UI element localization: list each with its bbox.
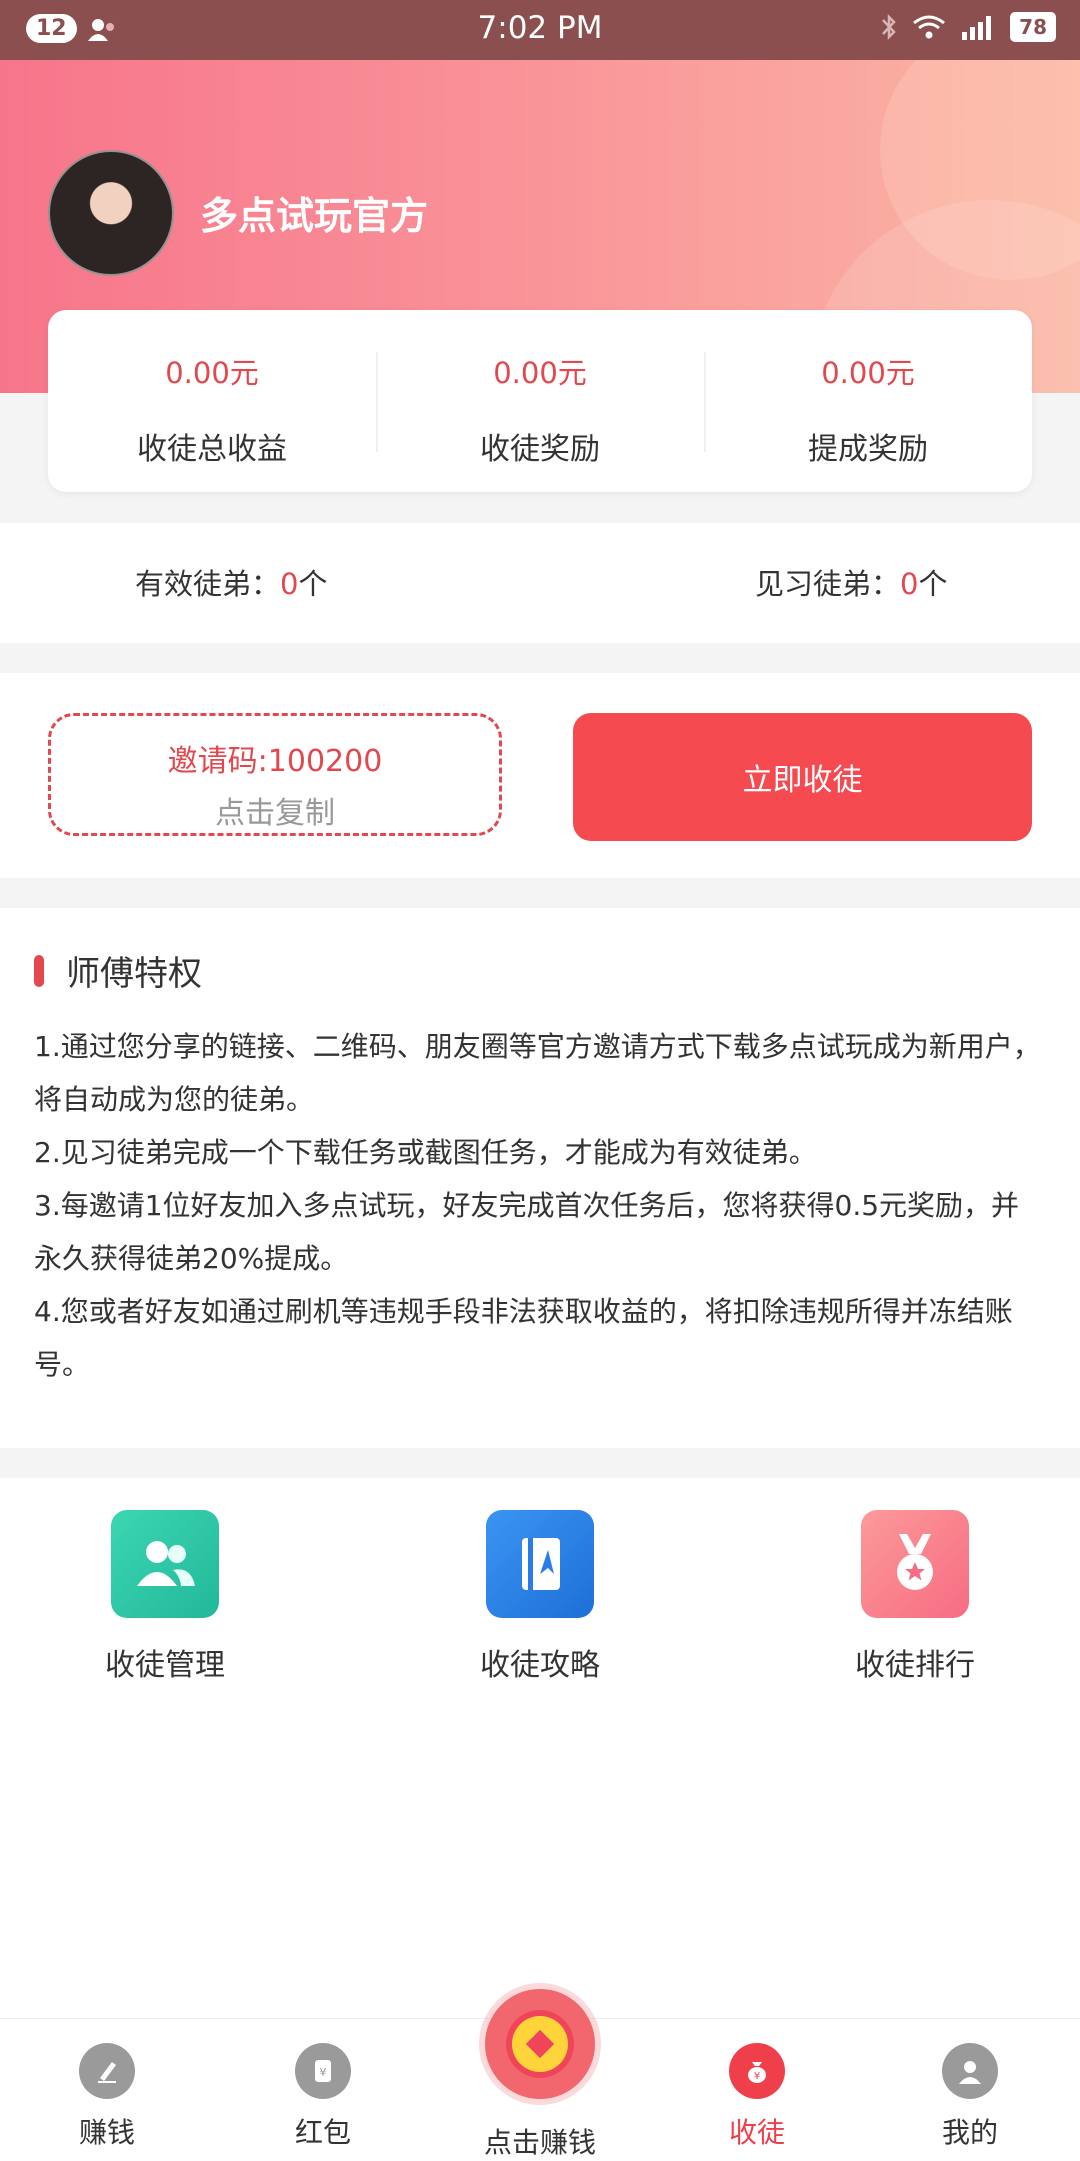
trainee-apprentice-count: 见习徒弟：0个 [755, 561, 947, 603]
stat-value: 0.00元 [821, 356, 915, 390]
copy-hint: 点击复制 [215, 796, 335, 831]
stat-recruit-reward: 0.00元 收徒奖励 [376, 310, 704, 492]
money-bag-icon: ¥ [729, 2043, 785, 2099]
valid-apprentice-unit: 个 [298, 567, 328, 601]
rule-item: 1.通过您分享的链接、二维码、朋友圈等官方邀请方式下载多点试玩成为新用户，将自动… [34, 1030, 1041, 1116]
profile-icon [942, 2043, 998, 2099]
bluetooth-icon [882, 13, 896, 41]
medal-icon [861, 1510, 969, 1618]
feature-label: 收徒攻略 [480, 1648, 600, 1683]
feature-grid: 收徒管理 收徒攻略 收徒排行 [0, 1478, 1080, 2018]
nav-center-label: 点击赚钱 [483, 2126, 596, 2159]
trainee-apprentice-label: 见习徒弟： [755, 567, 901, 601]
coin-icon [506, 2010, 574, 2078]
svg-text:¥: ¥ [320, 2066, 327, 2079]
stat-label: 收徒总收益 [137, 432, 287, 467]
stat-label: 收徒奖励 [480, 432, 600, 467]
nav-redpacket[interactable]: ¥ 红包 [253, 2043, 393, 2151]
feature-recruit-management[interactable]: 收徒管理 [65, 1510, 265, 1684]
nav-label: 我的 [941, 2116, 998, 2149]
valid-apprentice-label: 有效徒弟： [135, 567, 281, 601]
rule-item: 4.您或者好友如通过刷机等违规手段非法获取收益的，将扣除违规所得并冻结账号。 [34, 1295, 1013, 1381]
feature-recruit-guide[interactable]: 收徒攻略 [440, 1510, 640, 1684]
feature-recruit-ranking[interactable]: 收徒排行 [815, 1510, 1015, 1684]
stat-commission-reward: 0.00元 提成奖励 [704, 310, 1032, 492]
invite-section: 邀请码:100200 点击复制 立即收徒 [0, 673, 1080, 878]
nav-center-earn-button[interactable] [485, 1989, 595, 2099]
stat-total-income: 0.00元 收徒总收益 [48, 310, 376, 492]
username: 多点试玩官方 [200, 194, 429, 238]
nav-earn[interactable]: 赚钱 [37, 2043, 177, 2151]
stat-value: 0.00元 [493, 356, 587, 390]
apprentice-counts: 有效徒弟：0个 见习徒弟：0个 [0, 523, 1080, 643]
invite-code-copy-box[interactable]: 邀请码:100200 点击复制 [48, 713, 502, 836]
nav-recruit[interactable]: ¥ 收徒 [687, 2043, 827, 2151]
recruit-now-button[interactable]: 立即收徒 [573, 713, 1032, 841]
trainee-apprentice-number: 0 [900, 567, 919, 601]
feature-label: 收徒排行 [855, 1648, 975, 1683]
invite-code: 邀请码:100200 [167, 744, 383, 779]
section-title: 师傅特权 [34, 946, 202, 995]
valid-apprentice-number: 0 [280, 567, 299, 601]
pen-icon [79, 2043, 135, 2099]
wallet-icon: ¥ [295, 2043, 351, 2099]
master-privilege-section: 师傅特权 1.通过您分享的链接、二维码、朋友圈等官方邀请方式下载多点试玩成为新用… [0, 908, 1080, 1448]
svg-text:¥: ¥ [754, 2071, 760, 2082]
valid-apprentice-count: 有效徒弟：0个 [135, 561, 327, 603]
avatar[interactable] [48, 150, 174, 276]
privilege-rules: 1.通过您分享的链接、二维码、朋友圈等官方邀请方式下载多点试玩成为新用户，将自动… [34, 1020, 1046, 1391]
trainee-apprentice-unit: 个 [918, 567, 948, 601]
nav-mine[interactable]: 我的 [900, 2043, 1040, 2151]
battery-indicator: 78 [1010, 12, 1056, 42]
wifi-icon [913, 15, 946, 39]
rule-item: 2.见习徒弟完成一个下载任务或截图任务，才能成为有效徒弟。 [34, 1136, 817, 1169]
feature-label: 收徒管理 [105, 1648, 225, 1683]
signal-icon [962, 16, 992, 40]
privilege-title: 师傅特权 [66, 954, 202, 994]
earnings-stats-card: 0.00元 收徒总收益 0.00元 收徒奖励 0.00元 提成奖励 [48, 310, 1032, 492]
stat-value: 0.00元 [165, 356, 259, 390]
rule-item: 3.每邀请1位好友加入多点试玩，好友完成首次任务后，您将获得0.5元奖励，并永久… [34, 1189, 1020, 1275]
nav-label: 赚钱 [78, 2116, 135, 2149]
nav-label: 红包 [294, 2116, 351, 2149]
nav-label: 收徒 [728, 2116, 785, 2149]
stat-label: 提成奖励 [808, 432, 928, 467]
users-icon [111, 1510, 219, 1618]
title-accent-bar [34, 954, 44, 987]
status-bar: 12 7:02 PM 78 [0, 0, 1080, 60]
book-icon [486, 1510, 594, 1618]
bottom-navigation: 赚钱 ¥ 红包 点击赚钱 ¥ 收徒 我的 [0, 1989, 1080, 2161]
